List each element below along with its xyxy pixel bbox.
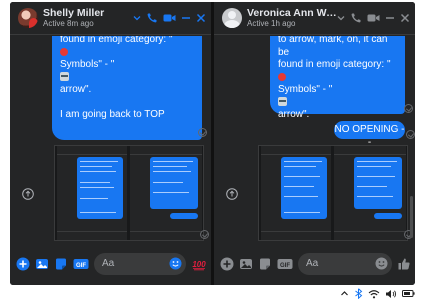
active-status: Active 1h ago <box>247 19 296 28</box>
message-line-emoji <box>278 72 397 85</box>
message-line-emoji <box>60 47 194 60</box>
message-line: arrow". <box>60 84 92 95</box>
red-circle-emoji-icon <box>60 47 68 56</box>
system-tray <box>340 288 415 299</box>
screenshot-image[interactable] <box>54 145 204 241</box>
hundred-emoji-icon[interactable]: 100 <box>191 257 207 271</box>
message-line: found in emoji category: " <box>278 59 391 70</box>
contact-name[interactable]: Veronica Ann Warn... <box>247 7 337 19</box>
seen-indicator-icon <box>198 128 207 137</box>
svg-text:GIF: GIF <box>76 262 86 268</box>
plus-icon[interactable] <box>220 257 234 271</box>
message-line: arrow". <box>278 109 310 120</box>
message-bubble[interactable]: to arrow, mark, on, it can be found in e… <box>270 36 405 120</box>
photo-icon[interactable] <box>35 257 49 271</box>
chat-panel-shelly: Shelly Miller Active 8m ago found in emo… <box>10 2 211 285</box>
message-composer: GIF Aa <box>214 242 415 285</box>
chevron-up-icon[interactable] <box>340 289 349 298</box>
seen-indicator-icon <box>200 230 209 239</box>
message-input[interactable]: Aa <box>298 252 392 275</box>
phone-icon[interactable] <box>146 12 158 24</box>
sticker-icon[interactable] <box>258 257 272 271</box>
svg-text:100: 100 <box>192 260 206 269</box>
scrollbar-thumb[interactable] <box>410 196 413 238</box>
sticker-icon[interactable] <box>54 257 68 271</box>
minimize-icon[interactable] <box>385 13 395 23</box>
taskbar <box>0 285 421 304</box>
red-circle-emoji-icon <box>278 72 286 81</box>
svg-text:GIF: GIF <box>280 262 290 268</box>
volume-icon[interactable] <box>385 289 397 299</box>
battery-icon[interactable] <box>402 289 415 298</box>
share-icon[interactable] <box>226 188 238 200</box>
plus-icon[interactable] <box>16 257 30 271</box>
photo-icon[interactable] <box>239 257 253 271</box>
active-status: Active 8m ago <box>43 19 94 28</box>
message-list[interactable]: found in emoji category: " Symbols" - " … <box>10 36 211 242</box>
gif-icon[interactable]: GIF <box>73 257 89 271</box>
contact-name[interactable]: Shelly Miller <box>43 7 133 19</box>
seen-indicator-icon <box>404 104 413 113</box>
seen-indicator-icon <box>406 130 415 139</box>
thumbs-up-icon[interactable] <box>397 257 411 271</box>
video-icon[interactable] <box>163 12 176 24</box>
arrow-emoji-icon <box>60 72 69 82</box>
screenshot-image[interactable] <box>258 145 408 241</box>
chat-header: Veronica Ann Warn... Active 1h ago <box>214 2 415 35</box>
message-line-emoji <box>60 72 194 85</box>
minimize-icon[interactable] <box>181 13 191 23</box>
reply-bubble[interactable]: NO OPENING -- <box>334 121 405 148</box>
arrow-emoji-icon <box>278 97 287 107</box>
phone-icon[interactable] <box>350 12 362 24</box>
message-composer: GIF Aa 100 <box>10 242 211 285</box>
message-input-placeholder: Aa <box>306 258 319 269</box>
bluetooth-icon[interactable] <box>354 288 363 299</box>
message-line: found in emoji category: " <box>60 36 173 45</box>
message-line: to arrow, mark, on, it can be <box>278 36 388 58</box>
avatar[interactable] <box>18 8 38 28</box>
chevron-down-icon[interactable] <box>133 14 141 22</box>
message-line: Symbols" - " <box>278 84 333 95</box>
close-icon[interactable] <box>196 13 206 23</box>
message-list[interactable]: to arrow, mark, on, it can be found in e… <box>214 36 415 242</box>
reply-text: NO OPENING -- <box>334 124 405 148</box>
avatar[interactable] <box>222 8 242 28</box>
message-line-emoji <box>278 97 397 110</box>
share-icon[interactable] <box>22 188 34 200</box>
close-icon[interactable] <box>400 13 410 23</box>
messenger-window: Shelly Miller Active 8m ago found in emo… <box>10 2 415 285</box>
video-icon[interactable] <box>367 12 380 24</box>
message-line: Symbols" - " <box>60 59 115 70</box>
chat-header: Shelly Miller Active 8m ago <box>10 2 211 35</box>
message-bubble[interactable]: found in emoji category: " Symbols" - " … <box>52 36 202 140</box>
contact-info[interactable]: Shelly Miller Active 8m ago <box>43 7 133 29</box>
message-input[interactable]: Aa <box>94 252 186 275</box>
wifi-icon[interactable] <box>368 289 380 299</box>
gif-icon[interactable]: GIF <box>277 257 293 271</box>
message-input-placeholder: Aa <box>102 258 115 269</box>
emoji-icon[interactable] <box>169 257 182 270</box>
message-line <box>60 97 194 109</box>
chat-panel-veronica: Veronica Ann Warn... Active 1h ago to ar… <box>214 2 415 285</box>
chevron-down-icon[interactable] <box>337 14 345 22</box>
contact-info[interactable]: Veronica Ann Warn... Active 1h ago <box>247 7 337 29</box>
emoji-icon[interactable] <box>375 257 388 270</box>
message-line: I am going back to TOP <box>60 108 165 120</box>
